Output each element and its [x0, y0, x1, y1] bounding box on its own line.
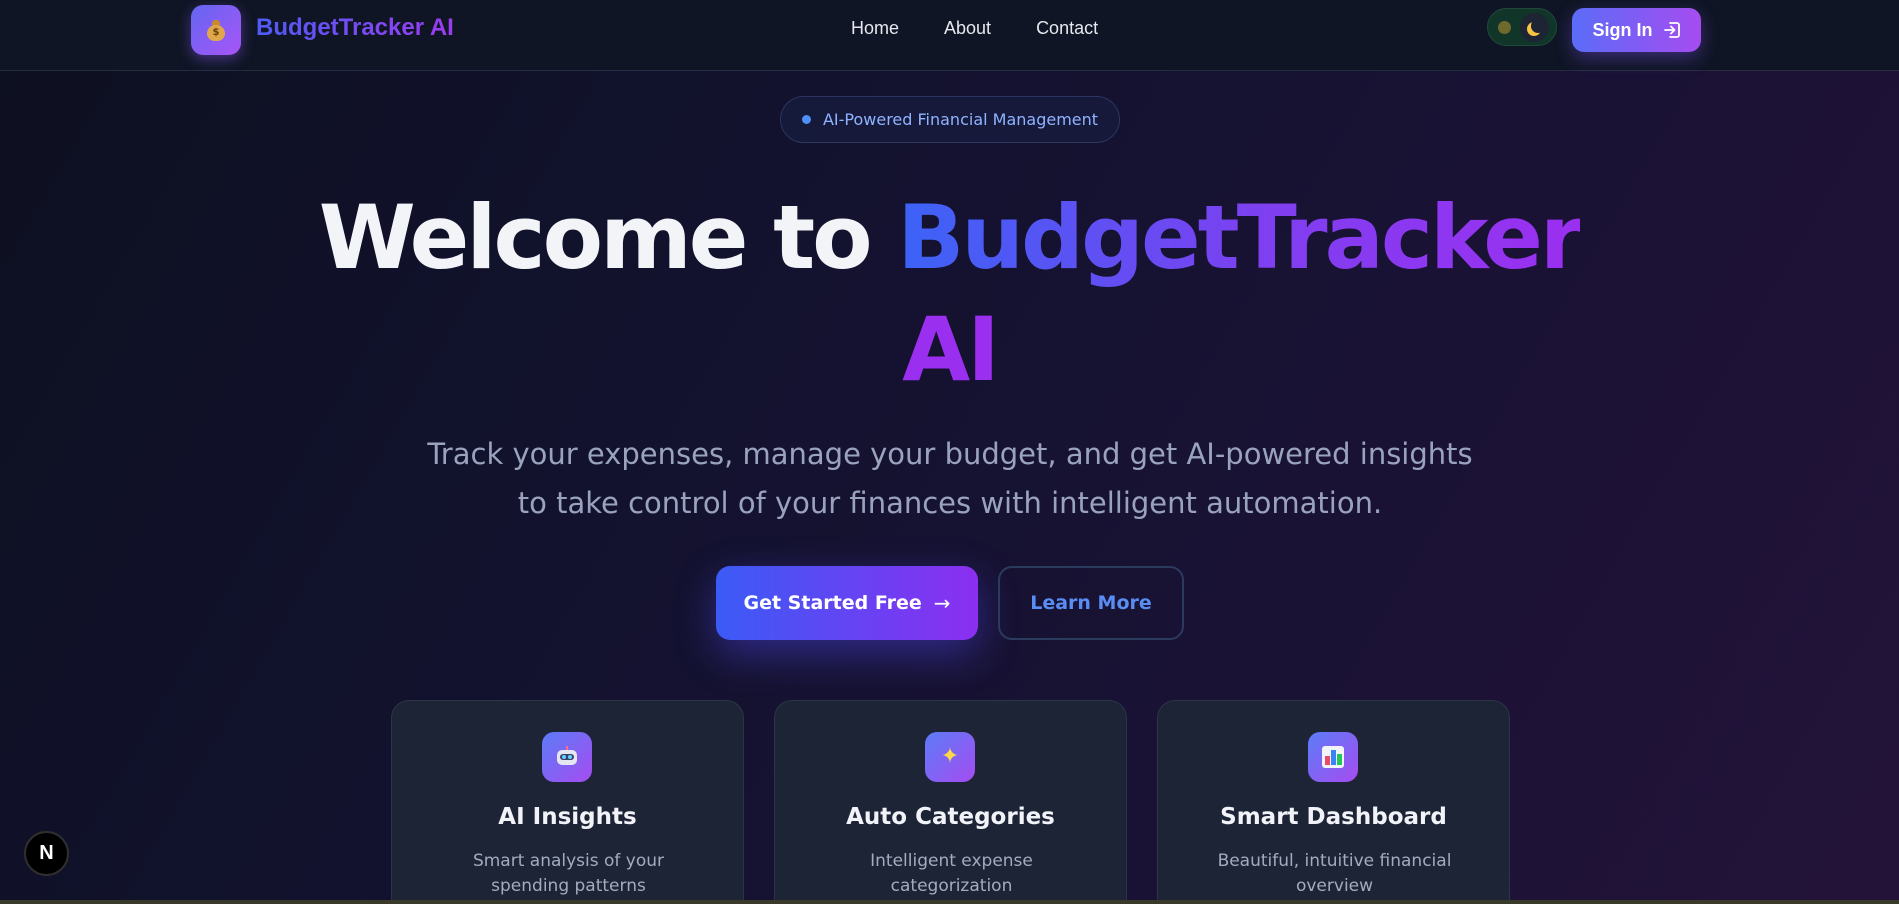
- hero-title-line2: AI: [902, 298, 1000, 401]
- brand-name[interactable]: BudgetTracker AI: [256, 14, 454, 42]
- arrow-right-icon: →: [933, 591, 951, 615]
- feature-card-auto-categories: ✦ Auto Categories Intelligent expense ca…: [774, 700, 1127, 904]
- moon-icon: [1531, 19, 1545, 33]
- learn-more-button[interactable]: Learn More: [998, 566, 1184, 640]
- feature-card-ai-insights: AI Insights Smart analysis of your spend…: [391, 700, 744, 904]
- feature-title: AI Insights: [498, 804, 637, 830]
- hero-subtitle: Track your expenses, manage your budget,…: [400, 430, 1500, 528]
- hero-title-highlight: BudgetTracker: [897, 186, 1583, 289]
- sign-in-icon: [1663, 22, 1680, 38]
- logo[interactable]: $: [191, 5, 241, 55]
- learn-more-label: Learn More: [1030, 592, 1152, 614]
- sparkles-icon: ✦: [925, 732, 975, 782]
- get-started-button[interactable]: Get Started Free →: [716, 566, 978, 640]
- nav-link-home[interactable]: Home: [851, 18, 899, 39]
- money-bag-icon: $: [206, 19, 226, 41]
- feature-title: Auto Categories: [846, 804, 1055, 830]
- toggle-knob: [1520, 13, 1549, 42]
- robot-icon: [542, 732, 592, 782]
- feature-description: Intelligent expense categorization: [870, 851, 1033, 896]
- bottom-divider: [0, 900, 1899, 904]
- badge-dot-icon: [801, 115, 811, 124]
- toggle-indicator: [1498, 21, 1511, 34]
- feature-description: Smart analysis of your spending patterns: [472, 851, 665, 896]
- badge-label: AI-Powered Financial Management: [822, 110, 1099, 129]
- get-started-label: Get Started Free: [743, 592, 922, 614]
- feature-card-smart-dashboard: Smart Dashboard Beautiful, intuitive fin…: [1157, 700, 1510, 904]
- theme-toggle[interactable]: [1487, 8, 1557, 46]
- nav-link-about[interactable]: About: [944, 18, 991, 39]
- hero-title: Welcome to BudgetTracker: [0, 188, 1899, 288]
- nav-link-contact[interactable]: Contact: [1036, 18, 1098, 39]
- nextjs-dev-badge[interactable]: N: [24, 831, 69, 876]
- bar-chart-icon: [1308, 732, 1358, 782]
- feature-title: Smart Dashboard: [1220, 804, 1447, 830]
- nav-links: Home About Contact: [851, 18, 1143, 39]
- hero-subtitle-line2: to take control of your finances with in…: [517, 486, 1383, 520]
- hero-subtitle-line1: Track your expenses, manage your budget,…: [427, 437, 1473, 471]
- top-navbar: $ BudgetTracker AI Home About Contact Si…: [0, 0, 1899, 71]
- announcement-badge: AI-Powered Financial Management: [780, 96, 1120, 143]
- feature-description: Beautiful, intuitive financial overview: [1217, 851, 1452, 896]
- hero-title-prefix: Welcome to: [318, 186, 898, 289]
- sign-in-label: Sign In: [1592, 19, 1653, 40]
- sign-in-button[interactable]: Sign In: [1572, 8, 1701, 52]
